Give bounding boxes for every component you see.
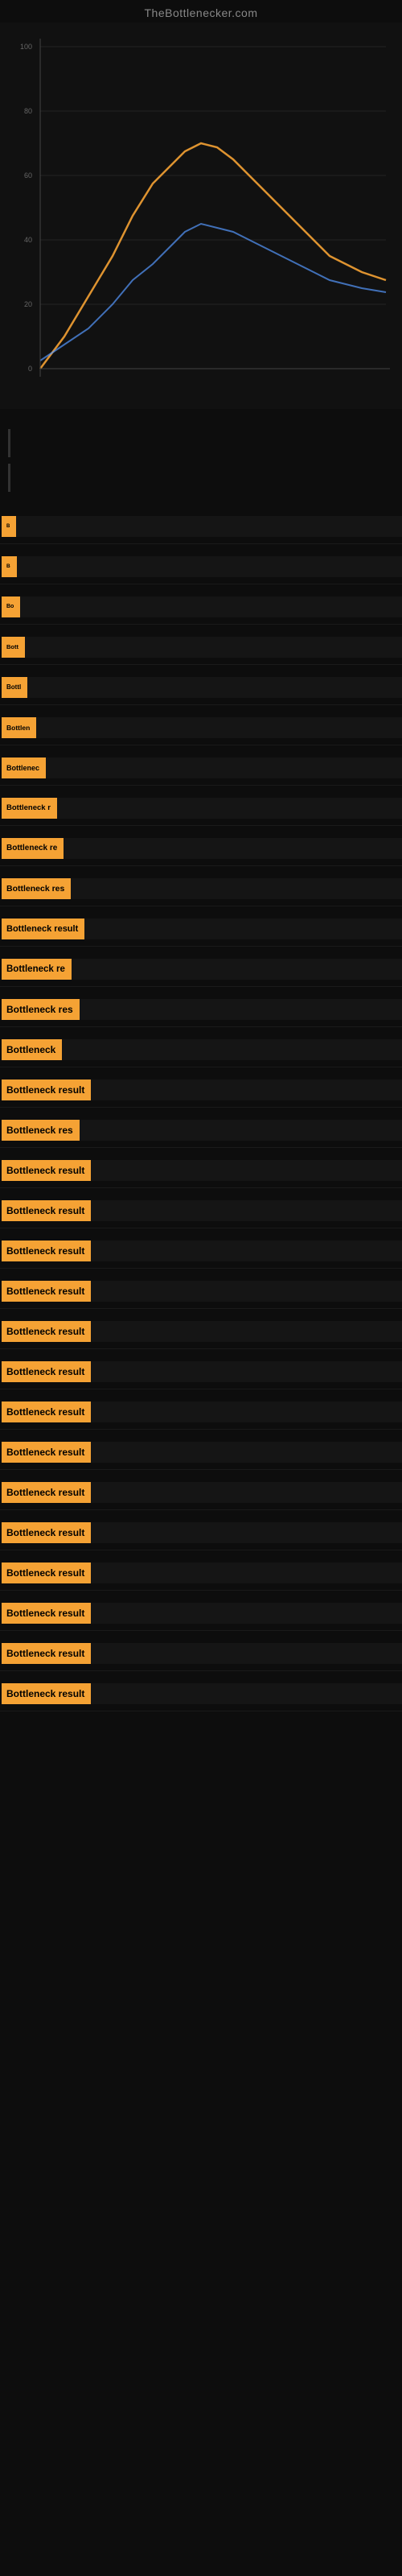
bottleneck-result-row: B: [0, 549, 402, 584]
bottleneck-result-row: Bottleneck result: [0, 1676, 402, 1711]
bottleneck-label: Bott: [2, 637, 25, 658]
bottleneck-label: Bottleneck result: [2, 1160, 91, 1181]
svg-text:80: 80: [24, 107, 32, 115]
bottleneck-label: Bottleneck result: [2, 1361, 91, 1382]
bottleneck-label: Bottleneck result: [2, 1442, 91, 1463]
bottleneck-label: Bottleneck result: [2, 1563, 91, 1583]
bottleneck-label: Bottleneck result: [2, 919, 84, 939]
svg-text:0: 0: [28, 365, 32, 373]
bottleneck-result-row: Bottleneck result: [0, 1515, 402, 1550]
bottleneck-label: Bottleneck result: [2, 1080, 91, 1100]
bottleneck-label: B: [2, 516, 16, 537]
bottleneck-result-row: Bottleneck re: [0, 952, 402, 987]
bottleneck-result-row: Bottleneck result: [0, 1354, 402, 1389]
bottleneck-result-row: Bottleneck result: [0, 1314, 402, 1349]
bottleneck-label: Bottleneck result: [2, 1281, 91, 1302]
bottleneck-result-row: Bottleneck r: [0, 791, 402, 826]
bottleneck-label: Bottlenec: [2, 758, 46, 778]
bottleneck-result-row: Bottleneck result: [0, 1475, 402, 1510]
bottleneck-result-row: Bottleneck result: [0, 1233, 402, 1269]
chart-svg: 100 80 60 40 20 0: [0, 23, 402, 409]
bottleneck-result-row: Bottleneck result: [0, 1072, 402, 1108]
bottleneck-label: Bottleneck result: [2, 1482, 91, 1503]
bottleneck-result-row: Bottleneck result: [0, 911, 402, 947]
bottleneck-label: Bottleneck r: [2, 798, 57, 819]
bottleneck-label: Bottleneck res: [2, 878, 71, 899]
bottleneck-result-row: Bottleneck re: [0, 831, 402, 866]
bottleneck-label: B: [2, 556, 17, 577]
bottleneck-result-row: Bottleneck result: [0, 1274, 402, 1309]
site-title: TheBottlenecker.com: [0, 0, 402, 23]
bottleneck-result-row: Bottleneck result: [0, 1193, 402, 1228]
bottleneck-result-row: Bottleneck res: [0, 1113, 402, 1148]
bottleneck-label: Bottleneck result: [2, 1200, 91, 1221]
bottleneck-label: Bottleneck: [2, 1039, 62, 1060]
bottleneck-result-row: Bottlenec: [0, 750, 402, 786]
svg-text:20: 20: [24, 300, 32, 308]
bottleneck-results-list: BB Bo Bott Bottl Bottlen Bottlenec Bottleneck …: [0, 506, 402, 1730]
bottleneck-result-row: Bo: [0, 589, 402, 625]
bottleneck-label: Bottleneck result: [2, 1241, 91, 1261]
bottleneck-result-row: Bottleneck: [0, 1032, 402, 1067]
bottleneck-label: Bo: [2, 597, 20, 617]
svg-text:100: 100: [20, 43, 32, 51]
vline-section: [0, 425, 402, 502]
bottleneck-label: Bottlen: [2, 717, 36, 738]
spacer-top: [0, 409, 402, 425]
bottleneck-result-row: Bottlen: [0, 710, 402, 745]
bottleneck-label: Bottleneck re: [2, 959, 72, 980]
bottleneck-label: Bottleneck result: [2, 1683, 91, 1704]
bottleneck-label: Bottl: [2, 677, 27, 698]
bottleneck-label: Bottleneck result: [2, 1402, 91, 1422]
page-wrapper: TheBottlenecker.com 100 80 60 40 20 0: [0, 0, 402, 2576]
vline-1: [8, 429, 10, 457]
bottleneck-label: Bottleneck res: [2, 1120, 80, 1141]
svg-text:60: 60: [24, 171, 32, 180]
svg-text:40: 40: [24, 236, 32, 244]
bottleneck-result-row: Bottleneck result: [0, 1636, 402, 1671]
bottleneck-result-row: Bottleneck result: [0, 1394, 402, 1430]
bottleneck-result-row: Bottl: [0, 670, 402, 705]
bottleneck-label: Bottleneck result: [2, 1643, 91, 1664]
bottleneck-label: Bottleneck result: [2, 1522, 91, 1543]
bottleneck-label: Bottleneck result: [2, 1603, 91, 1624]
chart-area: 100 80 60 40 20 0: [0, 23, 402, 409]
bottleneck-label: Bottleneck re: [2, 838, 64, 859]
bottleneck-label: Bottleneck res: [2, 999, 80, 1020]
bottleneck-result-row: B: [0, 509, 402, 544]
vline-2: [8, 464, 10, 492]
bottleneck-result-row: Bottleneck result: [0, 1153, 402, 1188]
bottleneck-result-row: Bott: [0, 630, 402, 665]
bottleneck-result-row: Bottleneck result: [0, 1435, 402, 1470]
bottleneck-label: Bottleneck result: [2, 1321, 91, 1342]
bottleneck-result-row: Bottleneck result: [0, 1596, 402, 1631]
bottleneck-result-row: Bottleneck res: [0, 871, 402, 906]
bottleneck-result-row: Bottleneck res: [0, 992, 402, 1027]
bottleneck-result-row: Bottleneck result: [0, 1555, 402, 1591]
